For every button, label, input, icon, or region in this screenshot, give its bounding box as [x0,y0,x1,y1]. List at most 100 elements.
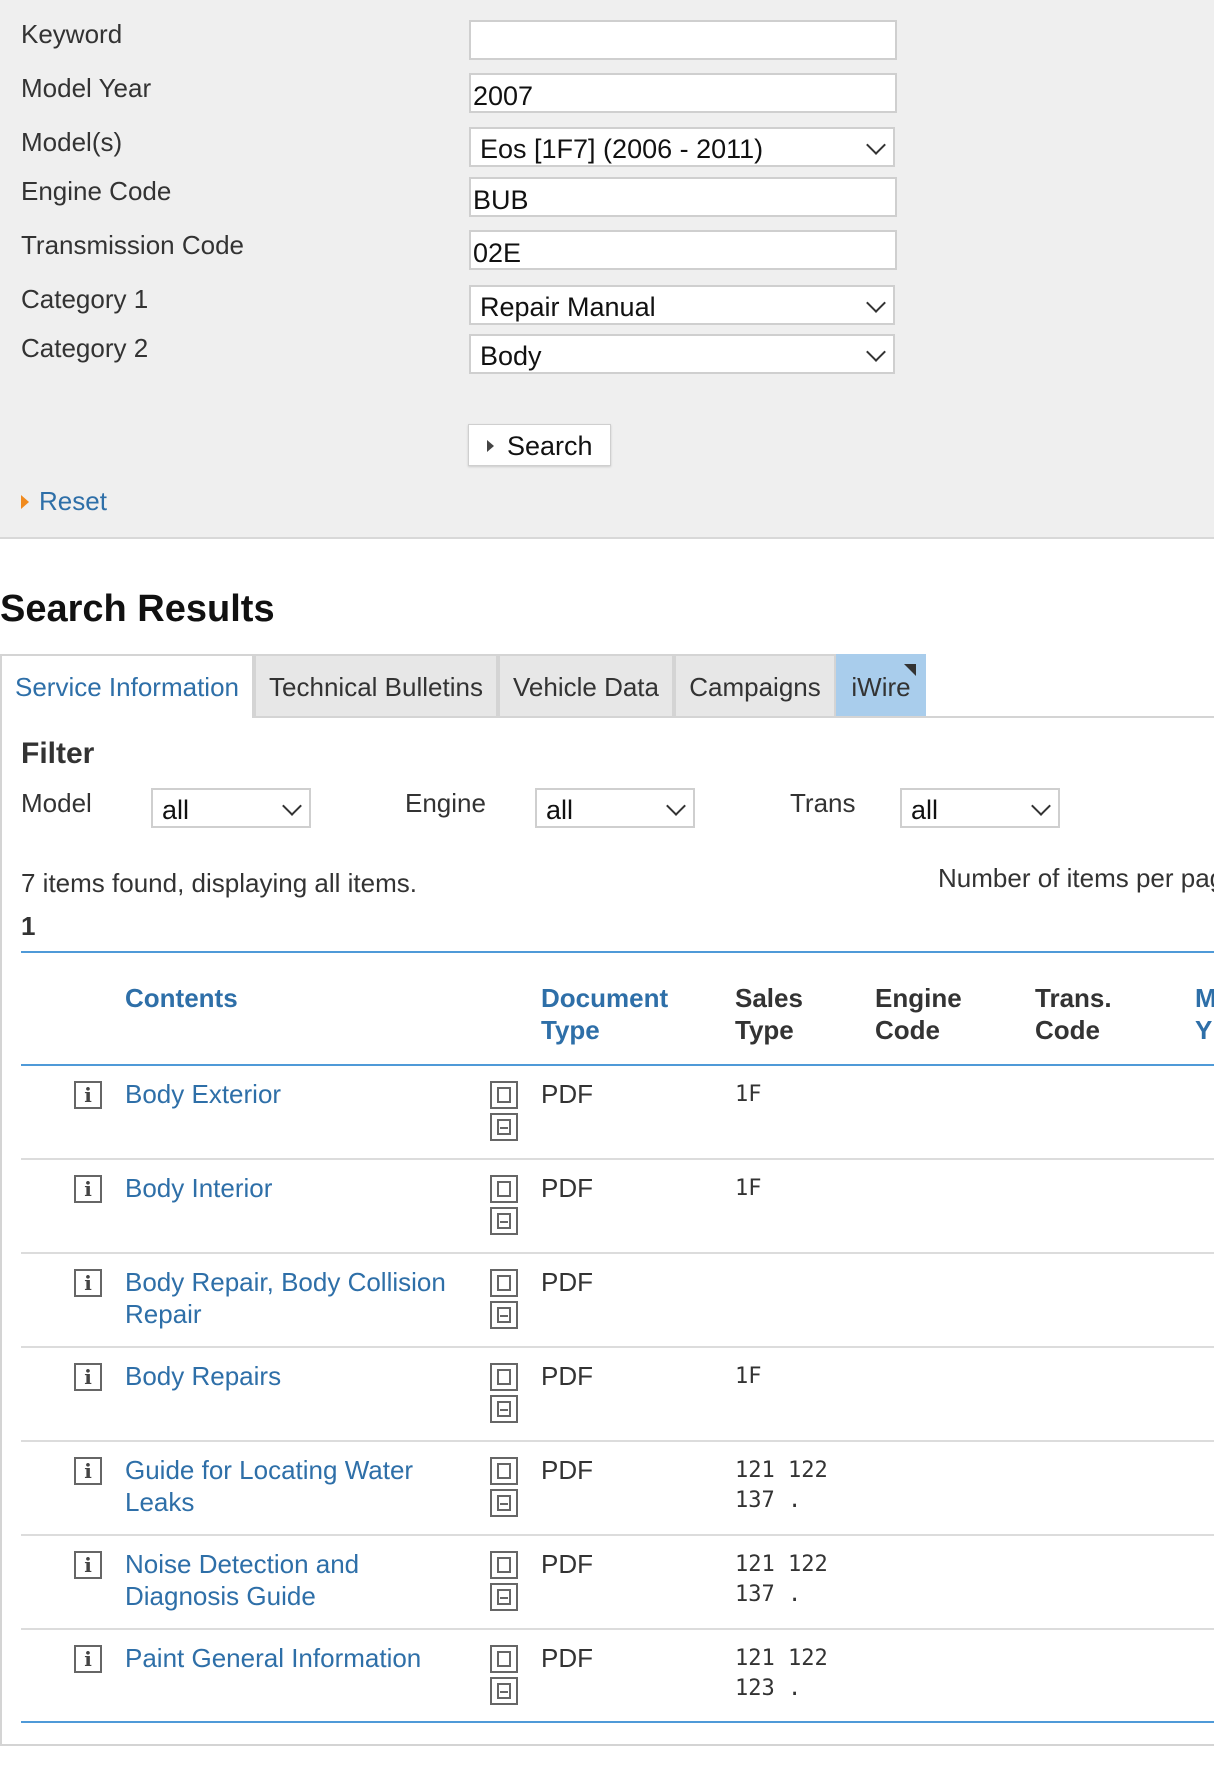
col-sales-type: Sales Type [735,982,803,1046]
filter-model-value: all [162,795,190,825]
tab-technical-bulletins[interactable]: Technical Bulletins [254,654,498,716]
col-trans-code-line2: Code [1035,1015,1100,1045]
category2-select[interactable]: Body [469,334,895,374]
caret-right-icon [21,495,29,509]
row-title-link[interactable]: Guide for Locating Water Leaks [125,1454,465,1518]
row-title-link[interactable]: Noise Detection and Diagnosis Guide [125,1548,465,1612]
page-number: 1 [21,911,36,941]
view-document-icon[interactable] [490,1269,518,1297]
results-summary: 7 items found, displaying all items. [21,868,417,898]
col-trans-code: Trans. Code [1035,982,1112,1046]
info-icon[interactable]: i [74,1457,102,1485]
disk-glyph [497,1119,511,1135]
view-document-icon[interactable] [490,1457,518,1485]
disk-glyph [497,1495,511,1511]
search-button-label: Search [507,431,593,461]
row-title-link[interactable]: Body Interior [125,1172,465,1204]
table-row: i Body Interior PDF 1F [0,1160,1214,1254]
row-title-link[interactable]: Body Repair, Body Collision Repair [125,1266,465,1330]
results-title: Search Results [0,588,275,630]
view-document-icon[interactable] [490,1645,518,1673]
models-select[interactable]: Eos [1F7] (2006 - 2011) [469,127,895,167]
row-title-link[interactable]: Body Exterior [125,1078,465,1110]
table-row: i Guide for Locating Water Leaks PDF 121 12… [0,1442,1214,1536]
table-bottom-rule [21,1721,1214,1723]
category1-select[interactable]: Repair Manual [469,285,895,325]
save-document-icon[interactable] [490,1395,518,1423]
filter-title: Filter [21,737,95,770]
tab-vehicle-data[interactable]: Vehicle Data [498,654,674,716]
col-engine-code-line2: Code [875,1015,940,1045]
disk-glyph [497,1401,511,1417]
filter-trans-label: Trans [790,788,856,818]
disk-glyph [497,1307,511,1323]
info-icon[interactable]: i [74,1081,102,1109]
row-document-type: PDF [541,1267,593,1297]
keyword-input[interactable] [469,20,897,60]
filter-trans-value: all [911,795,939,825]
model-year-label: Model Year [21,73,152,103]
tab-campaigns[interactable]: Campaigns [674,654,836,716]
reset-link[interactable]: Reset [21,485,107,517]
col-model-year[interactable]: M Y [1195,982,1214,1046]
col-document-type[interactable]: Document Type [541,982,668,1046]
reset-link-label: Reset [39,486,107,516]
row-sales-type: 121 122 137 . [735,1458,828,1513]
filter-engine-label: Engine [405,788,486,818]
info-icon[interactable]: i [74,1551,102,1579]
col-trans-code-line1: Trans. [1035,983,1112,1013]
table-row: i Body Repair, Body Collision Repair PDF [0,1254,1214,1348]
save-document-icon[interactable] [490,1583,518,1611]
model-year-input[interactable]: 2007 [469,73,897,113]
models-select-value: Eos [1F7] (2006 - 2011) [480,134,764,164]
col-sales-type-line1: Sales [735,983,803,1013]
row-document-type: PDF [541,1079,593,1109]
info-icon[interactable]: i [74,1175,102,1203]
save-document-icon[interactable] [490,1301,518,1329]
view-document-icon[interactable] [490,1175,518,1203]
row-title-link[interactable]: Paint General Information [125,1642,465,1674]
page-glyph [497,1463,511,1479]
filter-engine-value: all [546,795,574,825]
tab-service-information[interactable]: Service Information [0,654,254,718]
col-engine-code: Engine Code [875,982,962,1046]
filter-trans-select[interactable]: all [900,788,1060,828]
row-document-type: PDF [541,1549,593,1579]
items-per-page-label: Number of items per pag [938,863,1214,893]
col-engine-code-line1: Engine [875,983,962,1013]
filter-model-select[interactable]: all [151,788,311,828]
save-document-icon[interactable] [490,1113,518,1141]
engine-code-input[interactable]: BUB [469,177,897,217]
row-document-type: PDF [541,1643,593,1673]
keyword-label: Keyword [21,19,123,49]
info-icon[interactable]: i [74,1269,102,1297]
info-icon[interactable]: i [74,1645,102,1673]
chevron-down-icon [866,342,886,362]
page-glyph [497,1557,511,1573]
view-document-icon[interactable] [490,1363,518,1391]
info-icon[interactable]: i [74,1363,102,1391]
save-document-icon[interactable] [490,1489,518,1517]
table-row: i Paint General Information PDF 121 122 123… [0,1630,1214,1724]
transmission-code-label: Transmission Code [21,230,245,260]
row-document-type: PDF [541,1455,593,1485]
disk-glyph [497,1213,511,1229]
col-contents[interactable]: Contents [125,982,238,1014]
col-document-type-line1: Document [541,983,669,1013]
tab-iwire[interactable]: iWire [836,654,926,716]
col-model-year-line1: M [1195,983,1214,1013]
row-title-link[interactable]: Body Repairs [125,1360,465,1392]
save-document-icon[interactable] [490,1207,518,1235]
view-document-icon[interactable] [490,1081,518,1109]
save-document-icon[interactable] [490,1677,518,1705]
view-document-icon[interactable] [490,1551,518,1579]
category2-label: Category 2 [21,333,149,363]
search-button[interactable]: Search [468,424,611,466]
tab-iwire-label: iWire [851,672,911,702]
search-panel: Keyword Model Year 2007 Model(s) Eos [1F… [0,0,1214,539]
page-glyph [497,1181,511,1197]
page-glyph [497,1087,511,1103]
filter-engine-select[interactable]: all [535,788,695,828]
transmission-code-input[interactable]: 02E [469,230,897,270]
disk-glyph [497,1683,511,1699]
